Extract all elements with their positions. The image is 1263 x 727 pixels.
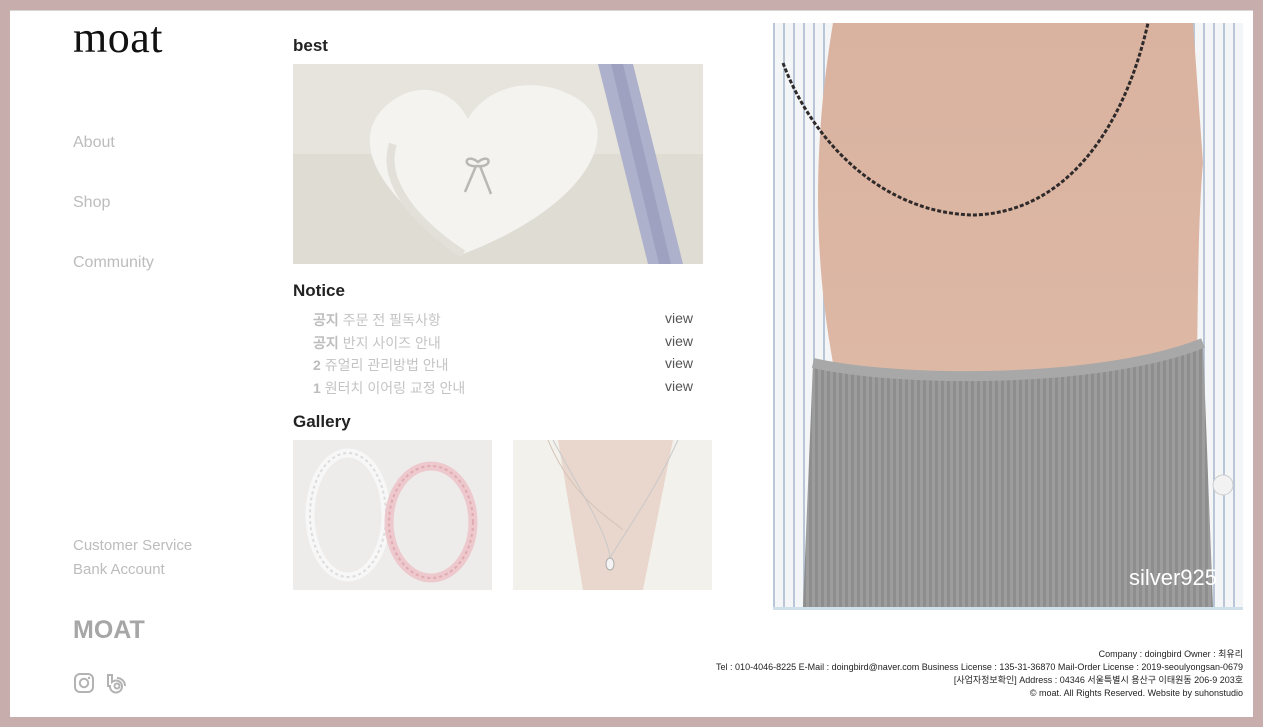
top-divider: [10, 10, 1253, 11]
notice-tag: 공지: [313, 334, 339, 351]
service-links: Customer Service Bank Account: [73, 537, 192, 585]
notice-tag: 2: [313, 357, 321, 373]
hero-caption: silver925: [1129, 565, 1217, 590]
notice-tag: 공지: [313, 312, 339, 328]
notice-title-text[interactable]: 반지 사이즈 안내: [343, 335, 441, 351]
nav-shop[interactable]: Shop: [73, 194, 154, 254]
gallery-title: Gallery: [293, 412, 351, 431]
notice-title: Notice: [293, 281, 345, 300]
main-nav: About Shop Community: [73, 134, 154, 314]
notice-view-link[interactable]: view: [665, 333, 693, 356]
notice-row[interactable]: 공지 주문 전 필독사항 view: [313, 310, 693, 333]
notice-title-text[interactable]: 원터치 이어링 교정 안내: [325, 380, 465, 396]
blog-icon[interactable]: [105, 672, 127, 694]
footer-company: Company : doingbird Owner : 최유리: [1098, 649, 1243, 659]
brand-mark: MOAT: [73, 616, 145, 644]
notice-list: 공지 주문 전 필독사항 view 공지 반지 사이즈 안내 view 2 쥬얼리 관…: [313, 310, 693, 400]
gallery-item-necklace[interactable]: [513, 440, 712, 590]
nav-about[interactable]: About: [73, 134, 154, 194]
instagram-icon[interactable]: [73, 672, 95, 694]
notice-view-link[interactable]: view: [665, 310, 693, 333]
customer-service-link[interactable]: Customer Service: [73, 537, 192, 561]
notice-row[interactable]: 공지 반지 사이즈 안내 view: [313, 333, 693, 356]
site-logo[interactable]: moat: [73, 12, 163, 63]
notice-row[interactable]: 2 쥬얼리 관리방법 안내 view: [313, 355, 693, 378]
page-frame: moat About Shop Community Customer Servi…: [10, 10, 1253, 717]
best-title: best: [293, 36, 328, 55]
bank-account-link[interactable]: Bank Account: [73, 561, 192, 585]
notice-row[interactable]: 1 원터치 이어링 교정 안내 view: [313, 378, 693, 401]
gallery-item-bracelets[interactable]: [293, 440, 492, 590]
notice-view-link[interactable]: view: [665, 355, 693, 378]
best-product-image[interactable]: [293, 64, 703, 264]
social-links: [73, 672, 127, 694]
footer-address: [사업자정보확인] Address : 04346 서울특별시 용산구 이태원동…: [953, 675, 1243, 685]
notice-title-text[interactable]: 쥬얼리 관리방법 안내: [325, 357, 449, 373]
hero-image[interactable]: silver925: [773, 23, 1243, 607]
notice-title-text[interactable]: 주문 전 필독사항: [343, 312, 441, 328]
site-footer: Company : doingbird Owner : 최유리 Tel : 01…: [716, 648, 1243, 700]
nav-community[interactable]: Community: [73, 254, 154, 314]
footer-contact: Tel : 010-4046-8225 E-Mail : doingbird@n…: [716, 662, 1243, 672]
notice-tag: 1: [313, 379, 321, 396]
footer-copyright: © moat. All Rights Reserved. Website by …: [1029, 688, 1243, 698]
notice-view-link[interactable]: view: [665, 378, 693, 401]
hero-bottom-bar: [773, 607, 1243, 610]
